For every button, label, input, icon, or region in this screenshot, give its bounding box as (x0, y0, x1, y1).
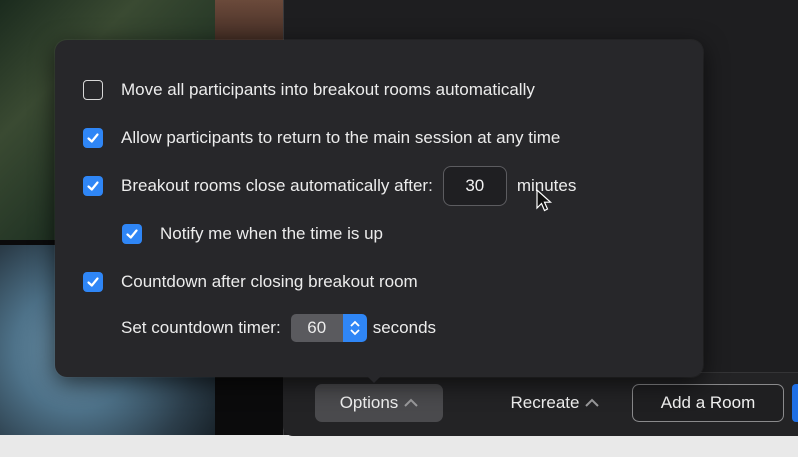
countdown-timer-label: Set countdown timer: (121, 318, 281, 337)
option-notify[interactable]: Notify me when the time is up (122, 224, 383, 244)
chevron-up-icon (585, 396, 600, 410)
checkbox-unchecked-icon[interactable] (83, 80, 103, 100)
checkbox-checked-icon[interactable] (83, 272, 103, 292)
option-auto-close-label: Breakout rooms close automatically after… (121, 176, 433, 195)
recreate-button[interactable]: Recreate (495, 384, 615, 422)
desktop-strip (0, 435, 798, 457)
option-allow-return-label: Allow participants to return to the main… (121, 128, 561, 147)
open-all-rooms-button-edge[interactable] (792, 384, 798, 422)
minutes-input[interactable]: 30 (442, 166, 507, 206)
stage: Options Recreate Add a Room Move all par… (0, 0, 798, 457)
option-countdown[interactable]: Countdown after closing breakout room (83, 272, 418, 292)
popover-arrow (363, 372, 385, 383)
option-auto-close[interactable]: Breakout rooms close automatically after… (83, 166, 576, 206)
add-room-button[interactable]: Add a Room (632, 384, 784, 422)
option-auto-move[interactable]: Move all participants into breakout room… (83, 80, 535, 100)
countdown-value[interactable]: 60 (290, 314, 343, 342)
add-room-label: Add a Room (660, 393, 756, 412)
checkbox-checked-icon[interactable] (83, 176, 103, 196)
option-allow-return[interactable]: Allow participants to return to the main… (83, 128, 560, 148)
checkbox-checked-icon[interactable] (83, 128, 103, 148)
chevron-up-icon (404, 396, 419, 410)
options-label: Options (339, 393, 399, 412)
stepper-arrows-icon[interactable] (342, 314, 367, 342)
option-auto-move-label: Move all participants into breakout room… (121, 80, 535, 99)
countdown-timer-row: Set countdown timer: 60 seconds (121, 314, 436, 342)
video-tile-top-right (215, 0, 283, 45)
option-notify-label: Notify me when the time is up (160, 224, 383, 243)
recreate-label: Recreate (510, 393, 580, 412)
checkbox-checked-icon[interactable] (122, 224, 142, 244)
countdown-unit-label: seconds (372, 318, 437, 337)
countdown-stepper[interactable]: 60 (290, 314, 367, 342)
option-countdown-label: Countdown after closing breakout room (121, 272, 418, 291)
mouse-pointer-icon (535, 188, 555, 219)
options-button[interactable]: Options (315, 384, 443, 422)
